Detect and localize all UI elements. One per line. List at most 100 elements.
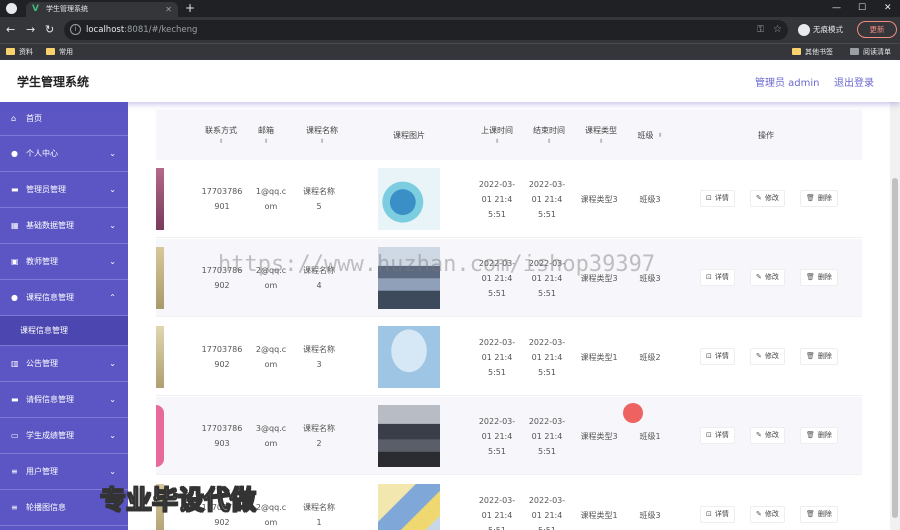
- close-window-icon[interactable]: ✕: [884, 0, 892, 17]
- sidebar-item-notices[interactable]: ▥ 公告管理 ⌄: [0, 346, 128, 382]
- new-tab-icon[interactable]: +: [185, 0, 195, 17]
- column-header-class[interactable]: 班级 ⬍: [630, 110, 670, 160]
- cell-phone: 17703786902: [201, 345, 243, 369]
- sort-icon[interactable]: ⬍: [657, 132, 662, 139]
- sidebar-item-courses[interactable]: ● 课程信息管理 ⌃: [0, 280, 128, 316]
- url-text[interactable]: localhost:8081/#/kecheng: [86, 20, 197, 40]
- chevron-down-icon: ⌄: [109, 359, 116, 368]
- detail-button[interactable]: ⊡ 详情: [700, 427, 735, 444]
- detail-button[interactable]: ⊡ 详情: [700, 269, 735, 286]
- delete-button[interactable]: 🗑 删除: [800, 190, 838, 207]
- cell-course-type: 课程类型1: [580, 352, 618, 362]
- delete-button[interactable]: 🗑 删除: [800, 269, 838, 286]
- cell-email: 2@qq.com: [255, 266, 287, 290]
- edit-icon: ✎: [756, 273, 762, 281]
- sidebar-item-home[interactable]: ⌂ 首页: [0, 102, 128, 136]
- edit-button[interactable]: ✎ 修改: [750, 269, 785, 286]
- detail-icon: ⊡: [706, 431, 712, 439]
- sidebar-item-profile[interactable]: ● 个人中心 ⌄: [0, 136, 128, 172]
- edit-button[interactable]: ✎ 修改: [750, 427, 785, 444]
- detail-button[interactable]: ⊡ 详情: [700, 348, 735, 365]
- folder-icon: [792, 48, 801, 55]
- cell-start-time: 2022-03-01 21:45:51: [478, 416, 516, 456]
- maximize-icon[interactable]: ☐: [858, 0, 866, 17]
- sort-icon[interactable]: ⬍: [218, 139, 223, 145]
- cell-start-time: 2022-03-01 21:45:51: [478, 258, 516, 298]
- column-header-course-name[interactable]: 课程名称 ⬍: [296, 110, 348, 160]
- edit-button[interactable]: ✎ 修改: [750, 190, 785, 207]
- sidebar-item-basedata[interactable]: ▦ 基础数据管理 ⌄: [0, 208, 128, 244]
- cell-course-name: 课程名称5: [303, 187, 335, 211]
- course-image: [378, 405, 440, 467]
- edit-button[interactable]: ✎ 修改: [750, 506, 785, 523]
- home-icon: ⌂: [11, 114, 17, 123]
- sort-icon[interactable]: ⬍: [598, 139, 603, 145]
- browser-tab[interactable]: V 学生管理系统 ✕: [26, 2, 178, 17]
- detail-button[interactable]: ⊡ 详情: [700, 190, 735, 207]
- reload-icon[interactable]: ↻: [45, 17, 54, 43]
- sidebar-item-teachers[interactable]: ▣ 教师管理 ⌄: [0, 244, 128, 280]
- incognito-icon: [798, 24, 810, 36]
- cell-class: 班级3: [639, 194, 661, 204]
- column-header-end-time[interactable]: 结束时间 ⬍: [524, 110, 574, 160]
- sidebar-subitem-course-info[interactable]: 课程信息管理: [0, 316, 128, 346]
- update-button[interactable]: 更新: [857, 21, 897, 38]
- column-header-start-time[interactable]: 上课时间 ⬍: [472, 110, 522, 160]
- bookmark-folder-1[interactable]: 资料: [6, 44, 33, 60]
- delete-button[interactable]: 🗑 删除: [800, 348, 838, 365]
- tab-close-icon[interactable]: ✕: [165, 2, 172, 17]
- cell-email: 2@qq.com: [255, 345, 287, 369]
- other-bookmarks[interactable]: 其他书签: [792, 44, 833, 60]
- site-info-icon[interactable]: i: [70, 24, 81, 35]
- sort-icon[interactable]: ⬍: [494, 139, 499, 145]
- admin-user-link[interactable]: 管理员 admin: [755, 74, 820, 89]
- detail-icon: ⊡: [706, 194, 712, 202]
- trash-icon: 🗑: [806, 194, 815, 202]
- sidebar-item-leave[interactable]: ▬ 请假信息管理 ⌄: [0, 382, 128, 418]
- delete-button[interactable]: 🗑 删除: [800, 427, 838, 444]
- sort-icon[interactable]: ⬍: [263, 139, 268, 145]
- cell-course-type: 课程类型1: [580, 510, 618, 520]
- table-header: 联系方式 ⬍ 邮箱 ⬍ 课程名称 ⬍ 课程图片 上课时间 ⬍ 结束时间 ⬍ 课程类型 ⬍ 班…: [156, 110, 862, 160]
- sort-icon[interactable]: ⬍: [319, 139, 324, 145]
- scrollbar-thumb[interactable]: [892, 178, 898, 518]
- row-image-fragment: [156, 168, 164, 230]
- reading-list[interactable]: 阅读清单: [850, 44, 891, 60]
- forward-icon[interactable]: →: [26, 17, 35, 43]
- minimize-icon[interactable]: —: [832, 0, 841, 17]
- key-icon[interactable]: ⚿: [757, 20, 764, 40]
- column-header-email[interactable]: 邮箱 ⬍: [252, 110, 280, 160]
- sidebar-item-grades[interactable]: ▭ 学生成绩管理 ⌄: [0, 418, 128, 454]
- list-icon: ≡: [11, 503, 18, 512]
- app-title: 学生管理系统: [17, 75, 90, 89]
- cell-start-time: 2022-03-01 21:45:51: [478, 495, 516, 530]
- logout-link[interactable]: 退出登录: [834, 74, 874, 89]
- address-bar[interactable]: i localhost:8081/#/kecheng ⚿ ☆: [64, 20, 788, 40]
- edit-button[interactable]: ✎ 修改: [750, 348, 785, 365]
- browser-tab-bar: V 学生管理系统 ✕ + — ☐ ✕: [0, 0, 900, 17]
- cell-phone: 17703786901: [201, 187, 243, 211]
- chevron-up-icon: ⌃: [109, 293, 116, 302]
- trash-icon: 🗑: [806, 510, 815, 518]
- table-row: 17703786902 2@qq.com 课程名称4 2022-03-01 21…: [156, 239, 862, 317]
- vue-logo-icon: V: [32, 4, 39, 14]
- back-icon[interactable]: ←: [6, 17, 15, 43]
- detail-button[interactable]: ⊡ 详情: [700, 506, 735, 523]
- course-image: [378, 326, 440, 388]
- bookmark-folder-2[interactable]: 常用: [46, 44, 73, 60]
- cell-start-time: 2022-03-01 21:45:51: [478, 337, 516, 377]
- vertical-scrollbar[interactable]: [890, 102, 900, 530]
- sort-icon[interactable]: ⬍: [546, 139, 551, 145]
- watermark-text: 专业毕设代做: [99, 486, 257, 517]
- bookmark-star-icon[interactable]: ☆: [773, 20, 782, 40]
- cell-end-time: 2022-03-01 21:45:51: [528, 495, 566, 530]
- column-header-phone[interactable]: 联系方式 ⬍: [192, 110, 250, 160]
- edit-icon: ✎: [756, 194, 762, 202]
- trash-icon: 🗑: [806, 431, 815, 439]
- detail-icon: ⊡: [706, 352, 712, 360]
- sidebar-item-admins[interactable]: ▬ 管理员管理 ⌄: [0, 172, 128, 208]
- edit-icon: ✎: [756, 352, 762, 360]
- incognito-indicator[interactable]: 无痕模式: [798, 22, 843, 38]
- delete-button[interactable]: 🗑 删除: [800, 506, 838, 523]
- column-header-course-type[interactable]: 课程类型 ⬍: [574, 110, 628, 160]
